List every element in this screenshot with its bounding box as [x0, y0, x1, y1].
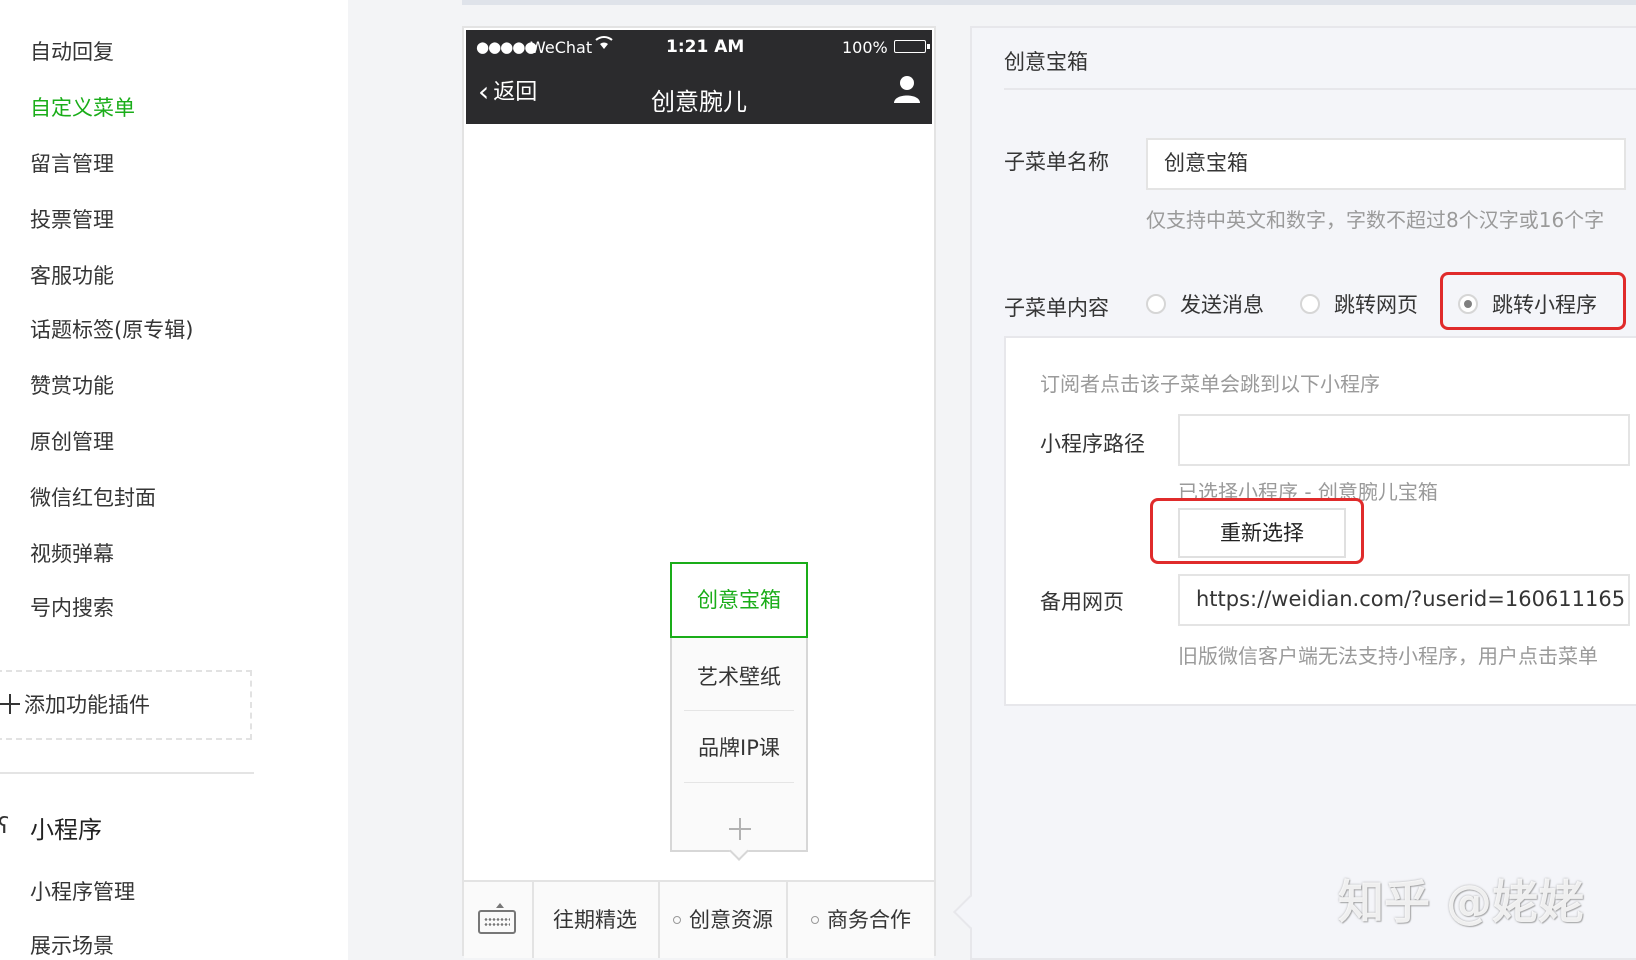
- radio-label-jump-webpage[interactable]: 跳转网页: [1334, 289, 1418, 319]
- sidebar-item-account-search[interactable]: 号内搜索: [30, 592, 114, 622]
- sidebar-item-reward[interactable]: 赞赏功能: [30, 370, 114, 400]
- highlight-box-miniprogram: [1440, 272, 1626, 330]
- editor-title: 创意宝箱: [1004, 50, 1088, 74]
- menu-tab-business[interactable]: 商务合作: [788, 882, 934, 958]
- submenu-popup: 创意宝箱 艺术壁纸 品牌IP课: [670, 562, 808, 861]
- sidebar-item-original[interactable]: 原创管理: [30, 426, 114, 456]
- backup-label: 备用网页: [1040, 590, 1124, 614]
- radio-send-message[interactable]: [1146, 294, 1166, 314]
- keyboard-toggle[interactable]: [464, 882, 534, 958]
- radio-jump-webpage[interactable]: [1300, 294, 1320, 314]
- plus-icon: [0, 694, 20, 714]
- highlight-box-reselect: [1150, 498, 1364, 564]
- path-label: 小程序路径: [1040, 432, 1145, 456]
- sidebar-item-customer-service[interactable]: 客服功能: [30, 260, 114, 290]
- wifi-icon: [594, 34, 614, 54]
- battery-icon: [894, 40, 930, 53]
- carrier-label: WeChat: [530, 38, 593, 57]
- add-plugin-label: 添加功能插件: [24, 693, 150, 717]
- phone-preview: ●●●●● WeChat 1:21 AM 100% ‹ 返回 创意腕儿 创意宝箱 …: [462, 26, 936, 958]
- watermark: 知乎 @姥姥: [1338, 875, 1585, 929]
- sidebar-item-comments[interactable]: 留言管理: [30, 148, 114, 178]
- battery-percent: 100%: [842, 38, 888, 57]
- submenu-caret: [729, 841, 749, 861]
- content-label: 子菜单内容: [1004, 296, 1109, 320]
- sidebar-item-auto-reply[interactable]: 自动回复: [30, 36, 114, 66]
- sidebar-item-custom-menu[interactable]: 自定义菜单: [30, 92, 135, 122]
- submenu-dot-icon: [673, 916, 681, 924]
- sidebar-item-display-scenes[interactable]: 展示场景: [30, 930, 114, 960]
- name-hint: 仅支持中英文和数字，字数不超过8个汉字或16个字: [1146, 208, 1605, 232]
- phone-nav-title: 创意腕儿: [651, 88, 747, 116]
- editor-title-divider: [1004, 88, 1636, 90]
- miniprogram-intro: 订阅者点击该子菜单会跳到以下小程序: [1040, 372, 1380, 396]
- add-plugin-button[interactable]: 添加功能插件: [0, 670, 252, 740]
- sidebar-item-votes[interactable]: 投票管理: [30, 204, 114, 234]
- top-strip: [462, 0, 1636, 5]
- backup-hint: 旧版微信客户端无法支持小程序，用户点击菜单: [1178, 644, 1598, 668]
- user-icon[interactable]: [892, 74, 922, 104]
- sidebar: 自动回复 自定义菜单 留言管理 投票管理 客服功能 话题标签(原专辑) 赞赏功能…: [0, 0, 348, 960]
- miniprogram-icon: ʕ: [0, 814, 10, 839]
- phone-header: ●●●●● WeChat 1:21 AM 100% ‹ 返回 创意腕儿: [466, 30, 932, 124]
- submenu-divider: [684, 782, 794, 784]
- submenu-item[interactable]: 艺术壁纸: [684, 640, 794, 714]
- keyboard-icon: [478, 903, 516, 934]
- status-time: 1:21 AM: [666, 37, 745, 57]
- submenu-item[interactable]: 品牌IP课: [684, 710, 794, 785]
- submenu-dot-icon: [811, 916, 819, 924]
- sidebar-item-miniprogram-manage[interactable]: 小程序管理: [30, 876, 135, 906]
- radio-label-send-message[interactable]: 发送消息: [1180, 289, 1264, 319]
- menu-tab-label: 商务合作: [827, 908, 911, 932]
- submenu-name-input[interactable]: 创意宝箱: [1146, 138, 1626, 190]
- backup-url-input[interactable]: https://weidian.com/?userid=160611165: [1178, 574, 1630, 626]
- sidebar-item-topic-tags[interactable]: 话题标签(原专辑): [30, 314, 193, 344]
- menu-tab-past[interactable]: 往期精选: [532, 882, 660, 958]
- add-submenu-icon[interactable]: [729, 818, 751, 840]
- sidebar-item-red-packet-cover[interactable]: 微信红包封面: [30, 482, 156, 512]
- sidebar-item-video-danmaku[interactable]: 视频弹幕: [30, 538, 114, 568]
- menu-tab-resources[interactable]: 创意资源: [660, 882, 788, 958]
- sidebar-section-miniprogram[interactable]: 小程序: [30, 810, 102, 845]
- menu-tab-label: 往期精选: [553, 908, 637, 932]
- name-label: 子菜单名称: [1004, 150, 1109, 174]
- miniprogram-path-input[interactable]: [1178, 414, 1630, 466]
- signal-indicator: ●●●●●: [476, 38, 537, 56]
- phone-menu-bar: 往期精选 创意资源 商务合作: [464, 880, 934, 958]
- menu-tab-label: 创意资源: [689, 908, 773, 932]
- sidebar-divider: [0, 772, 254, 774]
- submenu-item-active[interactable]: 创意宝箱: [670, 562, 808, 638]
